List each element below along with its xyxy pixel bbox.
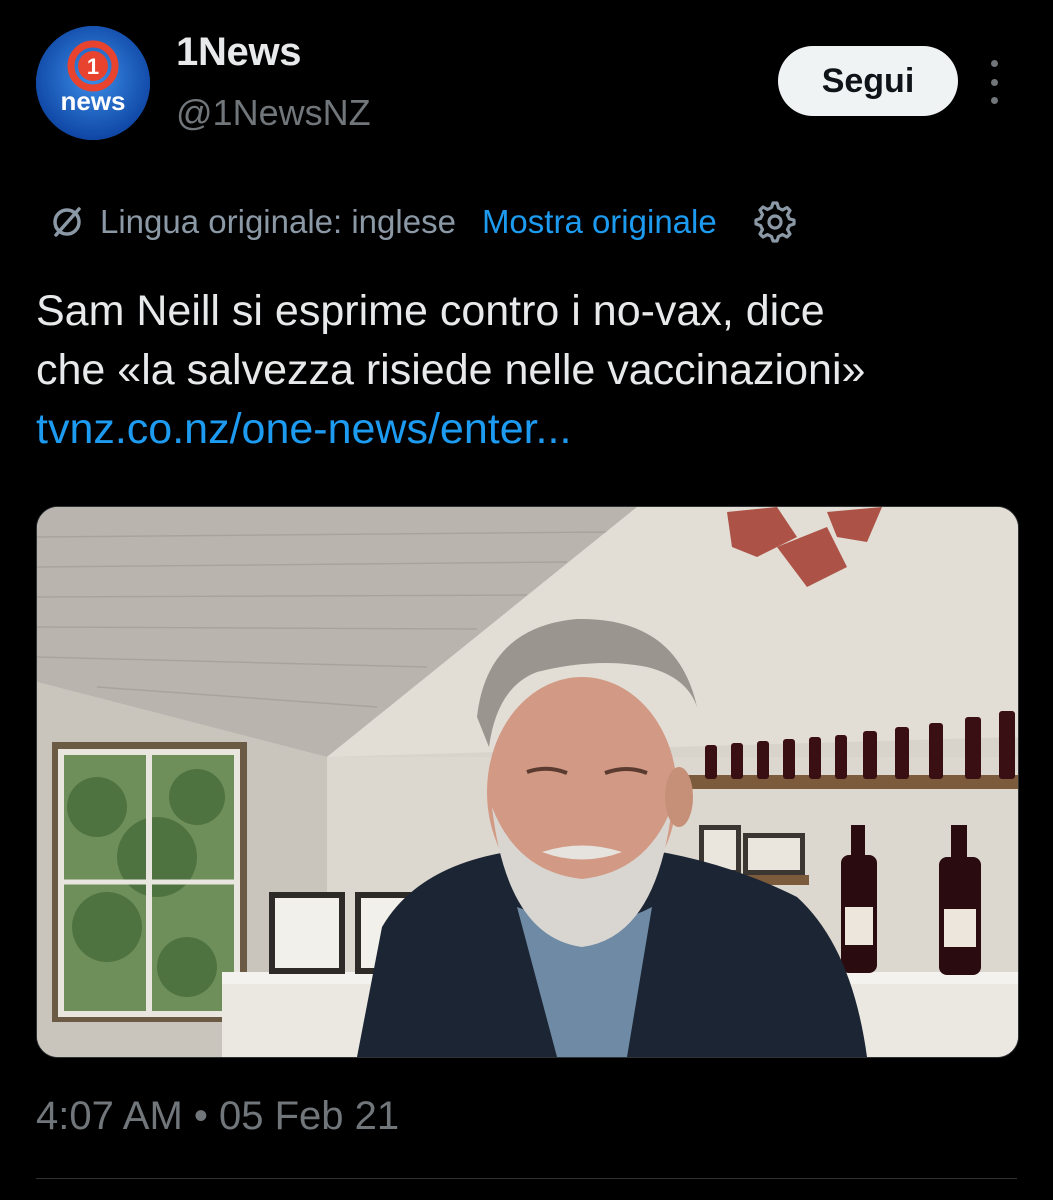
svg-text:1: 1 <box>87 54 99 79</box>
translation-bar: Lingua originale: inglese Mostra origina… <box>48 196 797 248</box>
original-language-label: Lingua originale: inglese <box>100 203 456 240</box>
1news-logo: 1 news <box>36 26 150 140</box>
svg-text:news: news <box>60 86 125 116</box>
tweet-text-line: Sam Neill si esprime contro i no-vax, di… <box>36 287 825 335</box>
tweet-header: 1 news 1News @1NewsNZ Segui <box>0 0 1053 180</box>
gear-icon[interactable] <box>753 200 797 244</box>
video-thumbnail[interactable] <box>36 506 1019 1058</box>
divider <box>36 1178 1017 1179</box>
account-handle[interactable]: @1NewsNZ <box>176 92 371 134</box>
tweet-text-line: che «la salvezza risiede nelle vaccinazi… <box>36 346 866 394</box>
dot <box>990 60 998 67</box>
article-link[interactable]: tvnz.co.nz/one-news/enter... <box>36 400 1026 459</box>
follow-button[interactable]: Segui <box>778 46 958 116</box>
translate-slash-icon <box>53 207 81 237</box>
dot <box>990 78 998 86</box>
more-vertical-icon[interactable] <box>982 60 1006 104</box>
tweet-timestamp[interactable]: 4:07 AM • 05 Feb 21 <box>36 1094 399 1139</box>
show-original-link[interactable]: Mostra originale <box>482 203 717 241</box>
display-name[interactable]: 1News <box>176 30 302 75</box>
interview-video-frame <box>37 507 1018 1057</box>
tweet-text: Sam Neill si esprime contro i no-vax, di… <box>36 282 1026 459</box>
avatar[interactable]: 1 news <box>36 26 150 140</box>
dot <box>990 97 998 104</box>
